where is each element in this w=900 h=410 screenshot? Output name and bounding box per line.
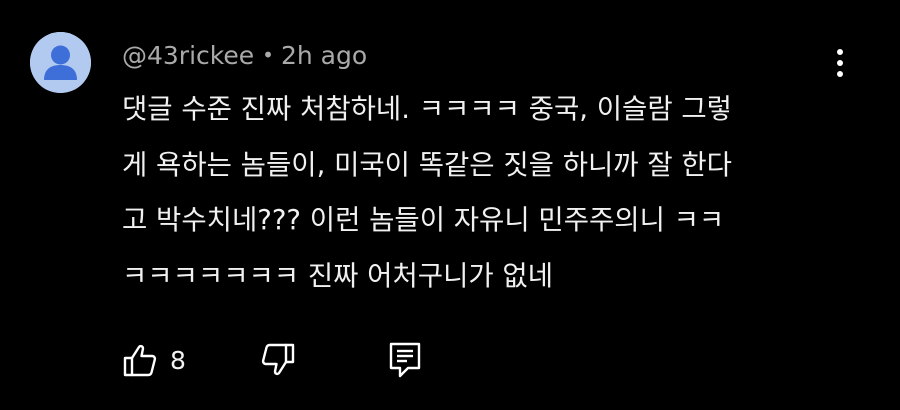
like-button[interactable]: 8 [122, 342, 186, 378]
default-user-avatar-icon [30, 32, 91, 93]
comment-header: @43rickee • 2h ago [122, 38, 367, 72]
more-options-button[interactable] [826, 44, 854, 84]
timestamp[interactable]: 2h ago [281, 41, 367, 70]
thumbs-up-icon [123, 344, 157, 377]
comment-actions: 8 [122, 340, 422, 380]
reply-icon [389, 342, 421, 378]
comment-thread: @43rickee • 2h ago 댓글 수준 진짜 처참하네. ㅋㅋㅋㅋ 중… [0, 0, 900, 410]
like-count: 8 [170, 345, 186, 375]
more-vertical-icon [837, 49, 843, 77]
dislike-button[interactable] [260, 342, 296, 378]
author-name[interactable]: @43rickee [122, 41, 254, 70]
reply-button[interactable] [388, 341, 422, 379]
comment-text: 댓글 수준 진짜 처참하네. ㅋㅋㅋㅋ 중국, 이슬람 그렇 게 욕하는 놈들이… [122, 93, 732, 292]
separator-dot: • [262, 43, 274, 67]
avatar[interactable] [30, 32, 91, 93]
thumbs-down-icon [261, 343, 295, 376]
